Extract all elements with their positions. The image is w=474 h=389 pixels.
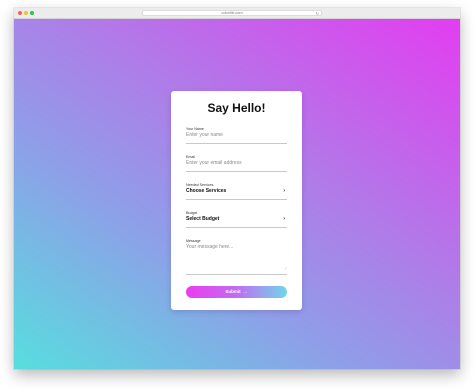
budget-value: Select Budget xyxy=(186,216,220,222)
arrow-right-icon: → xyxy=(242,289,248,295)
contact-form-card: Say Hello! Your Name Enter your name Ema… xyxy=(171,91,302,310)
resize-handle-icon[interactable]: ⟋ xyxy=(284,267,287,271)
browser-toolbar: colorlib.com ↻ xyxy=(14,8,460,19)
submit-button[interactable]: Submit → xyxy=(186,286,287,298)
email-underline xyxy=(186,171,287,172)
name-field[interactable]: Your Name Enter your name xyxy=(186,127,287,144)
message-textarea[interactable]: Your message here... ⟋ xyxy=(186,243,287,271)
budget-field[interactable]: Budget Select Budget › xyxy=(186,211,287,228)
page-background: Say Hello! Your Name Enter your name Ema… xyxy=(14,19,460,369)
name-input[interactable]: Enter your name xyxy=(186,131,287,140)
address-bar[interactable]: colorlib.com ↻ xyxy=(142,10,322,16)
services-underline xyxy=(186,199,287,200)
browser-window: colorlib.com ↻ Say Hello! Your Name Ente… xyxy=(14,8,460,369)
budget-underline xyxy=(186,227,287,228)
services-field[interactable]: Needed Services Choose Services › xyxy=(186,183,287,200)
chevron-right-icon: › xyxy=(283,216,285,222)
address-text: colorlib.com xyxy=(221,10,243,15)
reload-icon[interactable]: ↻ xyxy=(316,11,319,16)
name-underline xyxy=(186,143,287,144)
services-value: Choose Services xyxy=(186,188,227,194)
maximize-window-icon[interactable] xyxy=(30,11,34,15)
message-placeholder: Your message here... xyxy=(186,244,234,250)
message-field[interactable]: Message Your message here... ⟋ xyxy=(186,239,287,275)
form-title: Say Hello! xyxy=(207,101,266,115)
services-select[interactable]: Choose Services › xyxy=(186,187,287,196)
close-window-icon[interactable] xyxy=(18,11,22,15)
submit-label: Submit xyxy=(225,289,241,294)
budget-select[interactable]: Select Budget › xyxy=(186,215,287,224)
message-underline xyxy=(186,274,287,275)
minimize-window-icon[interactable] xyxy=(24,11,28,15)
email-input[interactable]: Enter your email address xyxy=(186,159,287,168)
chevron-right-icon: › xyxy=(283,188,285,194)
email-field[interactable]: Email Enter your email address xyxy=(186,155,287,172)
